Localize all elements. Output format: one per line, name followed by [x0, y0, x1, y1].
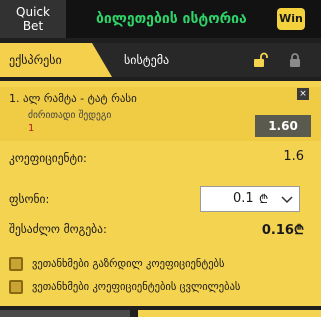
lock-open-icon[interactable]: [252, 52, 268, 68]
bet-history-title[interactable]: ბილეთების ისტორია: [96, 0, 247, 38]
bet-outcome: 1: [28, 123, 35, 134]
accept-odds-change-label: ვეთანხმები კოეფიციენტების ცვლილებას: [32, 281, 241, 293]
accept-higher-odds-checkbox[interactable]: [9, 257, 23, 271]
lock-icon[interactable]: [287, 52, 303, 68]
stake-value: 0.1: [233, 191, 254, 206]
accept-odds-change-option[interactable]: ვეთანხმები კოეფიციენტების ცვლილებას: [9, 279, 240, 295]
coefficient-value: 1.6: [283, 149, 304, 164]
bottom-primary-button[interactable]: [138, 310, 321, 317]
quick-bet-button[interactable]: Quick Bet: [0, 0, 66, 38]
accept-higher-odds-option[interactable]: ვეთანხმები გაზრდილ კოეფიციენტებს: [9, 256, 224, 272]
selection-odds: 1.60: [255, 115, 311, 137]
chevron-down-icon[interactable]: [281, 193, 293, 205]
bottom-secondary-button[interactable]: [0, 310, 130, 317]
bet-selection-card: 1. ალ რამტა - ტატ რასი ძირითადი შედეგი 1…: [0, 87, 321, 141]
accept-higher-odds-label: ვეთანხმები გაზრდილ კოეფიციენტებს: [32, 258, 225, 270]
possible-win-value: 0.16₾: [261, 223, 304, 238]
bet-event-name: 1. ალ რამტა - ტატ რასი: [9, 92, 137, 105]
coefficient-label: კოეფიციენტი:: [9, 151, 87, 165]
win-badge[interactable]: Win: [277, 8, 305, 30]
remove-selection-button[interactable]: ×: [297, 88, 309, 100]
possible-win-label: შესაძლო მოგება:: [9, 222, 107, 236]
stake-label: ფსონი:: [9, 192, 50, 206]
accept-odds-change-checkbox[interactable]: [9, 280, 23, 294]
quick-bet-label-line2: Bet: [22, 19, 44, 33]
top-bar: Quick Bet ბილეთების ისტორია Win: [0, 0, 321, 38]
stake-input[interactable]: 0.1 ₾: [200, 186, 300, 212]
currency-sign: ₾: [259, 192, 269, 206]
tab-system[interactable]: სისტემა: [124, 43, 169, 77]
bet-market-name: ძირითადი შედეგი: [28, 110, 112, 121]
tab-express[interactable]: ექსპრესი: [0, 43, 112, 77]
quick-bet-label-line1: Quick: [16, 5, 50, 19]
bet-type-tabs: ექსპრესი სისტემა: [0, 43, 321, 77]
